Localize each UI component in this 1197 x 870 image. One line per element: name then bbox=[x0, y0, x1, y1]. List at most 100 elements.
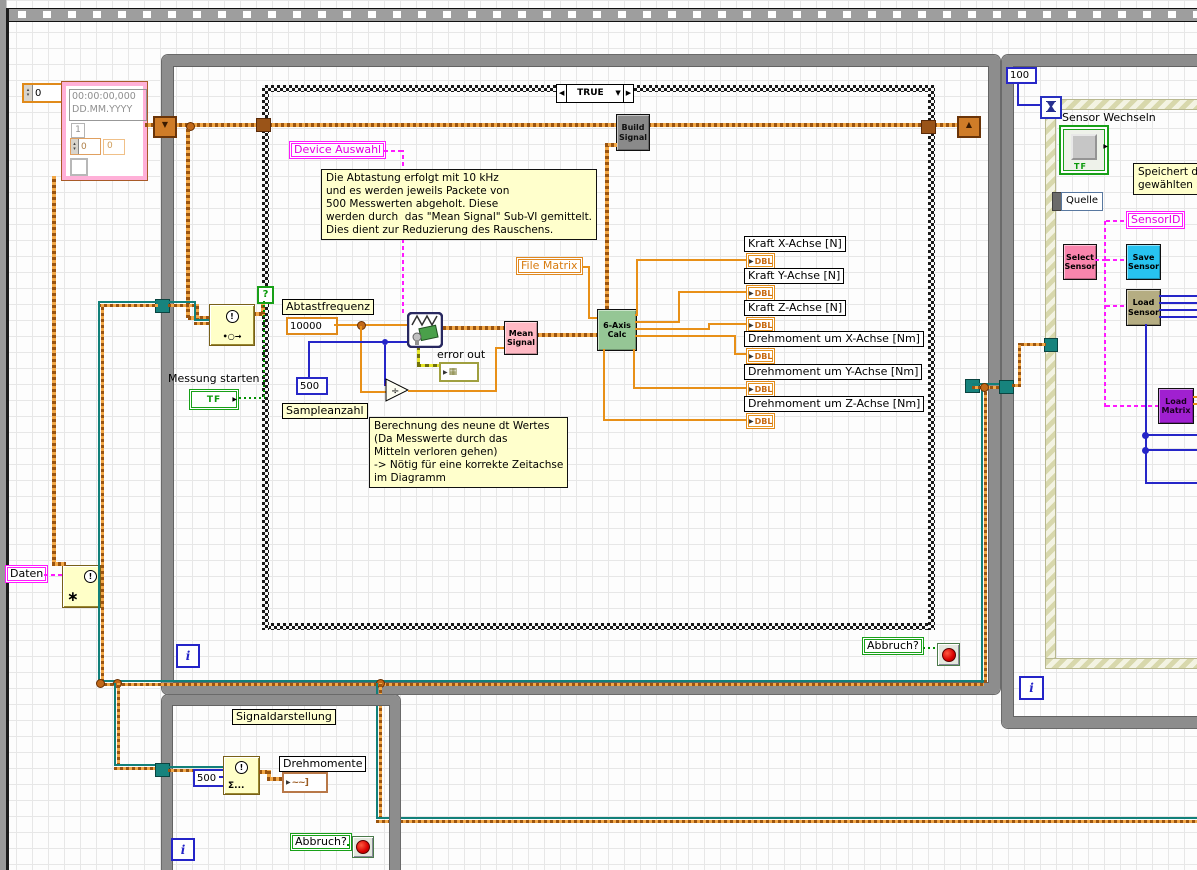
wire-error-h bbox=[417, 364, 439, 367]
wire-load-h3 bbox=[1145, 482, 1197, 484]
sensor-wechseln-boolean[interactable]: TF ▶ bbox=[1059, 125, 1109, 175]
wire-b1-v bbox=[636, 259, 638, 316]
case-next-arrow-icon[interactable]: ▶ bbox=[623, 85, 633, 102]
daten-control-label[interactable]: Daten bbox=[5, 565, 48, 583]
sensor-wechseln-label: Sensor Wechseln bbox=[1062, 111, 1156, 125]
svg-text:÷: ÷ bbox=[391, 386, 399, 397]
wire-divide-out-h2 bbox=[495, 347, 504, 349]
bus-f-orange-v bbox=[984, 387, 987, 683]
iteration-terminal-main[interactable]: i bbox=[176, 644, 200, 668]
wire-matrix-stub2 bbox=[1193, 403, 1197, 405]
file-matrix-label[interactable]: File Matrix bbox=[516, 257, 583, 275]
case-prev-arrow-icon[interactable]: ◀ bbox=[557, 85, 567, 102]
sampleanzahl-constant[interactable]: 500 bbox=[296, 377, 328, 395]
wire-b6-h bbox=[603, 419, 746, 421]
cluster-numeric-b[interactable]: 0 bbox=[103, 139, 125, 155]
case-structure-border-right bbox=[928, 85, 935, 630]
cluster-index[interactable]: 1 bbox=[71, 123, 85, 138]
wire-load-3 bbox=[1159, 309, 1197, 311]
messung-starten-control[interactable]: TF ▶ bbox=[189, 389, 239, 410]
spinner-icon[interactable]: ▴▾ bbox=[71, 139, 79, 154]
build-signal-node[interactable]: Build Signal bbox=[616, 114, 650, 151]
daten-express-vi[interactable]: ! ∗ bbox=[62, 565, 101, 608]
mean-signal-node[interactable]: Mean Signal bbox=[504, 321, 538, 355]
wire-rate-v bbox=[360, 326, 362, 393]
wire-load-2 bbox=[1159, 302, 1197, 304]
error-out-label: error out bbox=[437, 348, 485, 362]
error-cluster-icon: ▦ bbox=[449, 367, 458, 377]
wire-rate-to-divide bbox=[360, 391, 388, 393]
warning-icon: ! bbox=[226, 310, 239, 323]
drehmomente-terminal[interactable]: ▶ ~~] bbox=[282, 772, 328, 793]
error-out-indicator[interactable]: ▶ ▦ bbox=[439, 362, 479, 382]
cluster-boolean[interactable] bbox=[70, 158, 88, 176]
wait-express-vi[interactable]: ! •○→ bbox=[209, 304, 255, 346]
indicator-kraft-y-terminal[interactable]: ▶DBL bbox=[746, 285, 775, 301]
case-selector[interactable]: ◀ TRUE ▼ ▶ bbox=[556, 84, 634, 103]
wait-icon: •○→ bbox=[223, 332, 242, 341]
indicator-drehmoment-x-terminal[interactable]: ▶DBL bbox=[746, 348, 775, 364]
spinner-icon[interactable]: ▴▾ bbox=[24, 85, 33, 101]
abbruch-main-label[interactable]: Abbruch? bbox=[862, 637, 924, 655]
stop-button-main[interactable] bbox=[937, 643, 960, 666]
indicator-kraft-x-label: Kraft X-Achse [N] bbox=[744, 236, 846, 252]
wire-b6-v bbox=[603, 349, 605, 421]
abtastfrequenz-constant[interactable]: 10000 bbox=[286, 317, 338, 335]
case-dropdown-icon[interactable]: ▼ bbox=[613, 85, 622, 102]
timestamp-cluster-constant[interactable]: 00:00:00,000DD.MM.YYYY 1 ▴▾ 0 0 bbox=[61, 81, 148, 181]
quelle-label[interactable]: Quelle bbox=[1061, 192, 1103, 211]
collector-express-vi[interactable]: ! Σ... bbox=[223, 756, 260, 795]
cluster-numeric-a[interactable]: ▴▾ 0 bbox=[70, 138, 101, 155]
indicator-drehmoment-z-terminal[interactable]: ▶DBL bbox=[746, 413, 775, 429]
save-sensor-node[interactable]: Save Sensor bbox=[1126, 244, 1161, 280]
collector-count-constant[interactable]: 500 bbox=[193, 769, 225, 787]
six-axis-calc-node[interactable]: 6-Axis Calc bbox=[597, 309, 637, 351]
terminal-arrow-icon: ▶ bbox=[232, 396, 237, 403]
bus-e-orange-h bbox=[376, 820, 1197, 823]
shift-register-right[interactable]: ▲ bbox=[957, 116, 981, 138]
wire-divide-out-h bbox=[408, 390, 497, 392]
button-face[interactable] bbox=[1071, 134, 1097, 160]
divide-function[interactable]: ÷ bbox=[385, 378, 409, 402]
wire-count-v bbox=[308, 341, 310, 377]
case-selector-value[interactable]: TRUE bbox=[567, 85, 613, 102]
case-selector-tunnel: ? bbox=[257, 286, 274, 304]
bus-e-teal-h bbox=[376, 817, 1197, 819]
event-timeout-terminal[interactable] bbox=[1040, 96, 1062, 119]
bus-c-orange bbox=[98, 683, 984, 686]
indicator-drehmoment-y-terminal[interactable]: ▶DBL bbox=[746, 381, 775, 397]
wire-filematrix-h2 bbox=[588, 317, 597, 319]
sensor-id-label[interactable]: SensorID bbox=[1126, 211, 1185, 229]
device-auswahl-label[interactable]: Device Auswahl bbox=[289, 141, 386, 159]
daq-assistant-node[interactable] bbox=[407, 312, 443, 348]
load-matrix-node[interactable]: Load Matrix bbox=[1158, 388, 1194, 424]
terminal-arrow-icon: ▶ bbox=[749, 322, 754, 329]
flat-sequence-border bbox=[9, 8, 1197, 22]
terminal-arrow-icon: ▶ bbox=[749, 290, 754, 297]
select-sensor-node[interactable]: Select Sensor bbox=[1063, 244, 1097, 280]
terminal-arrow-icon: ▶ bbox=[749, 353, 754, 360]
wire-bool-v bbox=[263, 301, 265, 397]
terminal-arrow-icon: ▶ bbox=[749, 258, 754, 265]
load-sensor-node[interactable]: Load Sensor bbox=[1126, 289, 1161, 326]
shift-register-left[interactable]: ▼ bbox=[153, 116, 177, 138]
abbruch-signal-label[interactable]: Abbruch? bbox=[290, 833, 352, 851]
iteration-terminal-sensor[interactable]: i bbox=[1019, 676, 1044, 700]
bus-c-teal bbox=[98, 680, 984, 682]
hourglass-icon bbox=[1046, 101, 1056, 114]
wire-sig-teal-h bbox=[168, 766, 223, 768]
timestamp-display[interactable]: 00:00:00,000DD.MM.YYYY bbox=[69, 89, 147, 121]
wire-pair-in-teal-h2 bbox=[194, 319, 209, 321]
iteration-terminal-signal[interactable]: i bbox=[171, 838, 195, 861]
bus-d-teal-v bbox=[114, 683, 116, 766]
wire-b4-h2 bbox=[736, 353, 746, 355]
indicator-drehmoment-x-label: Drehmoment um X-Achse [Nm] bbox=[744, 331, 924, 347]
numeric-constant-init[interactable]: ▴▾ 0 bbox=[22, 83, 63, 103]
wire-b4-v bbox=[734, 335, 736, 355]
wire-pink-to-sensorid bbox=[1106, 220, 1126, 222]
indicator-kraft-x-terminal[interactable]: ▶DBL bbox=[746, 253, 775, 269]
stop-button-signal[interactable] bbox=[352, 836, 374, 858]
timeout-constant[interactable]: 100 bbox=[1006, 67, 1037, 84]
indicator-drehmoment-z-label: Drehmoment um Z-Achse [Nm] bbox=[744, 396, 924, 412]
bus-a-teal bbox=[98, 301, 158, 303]
